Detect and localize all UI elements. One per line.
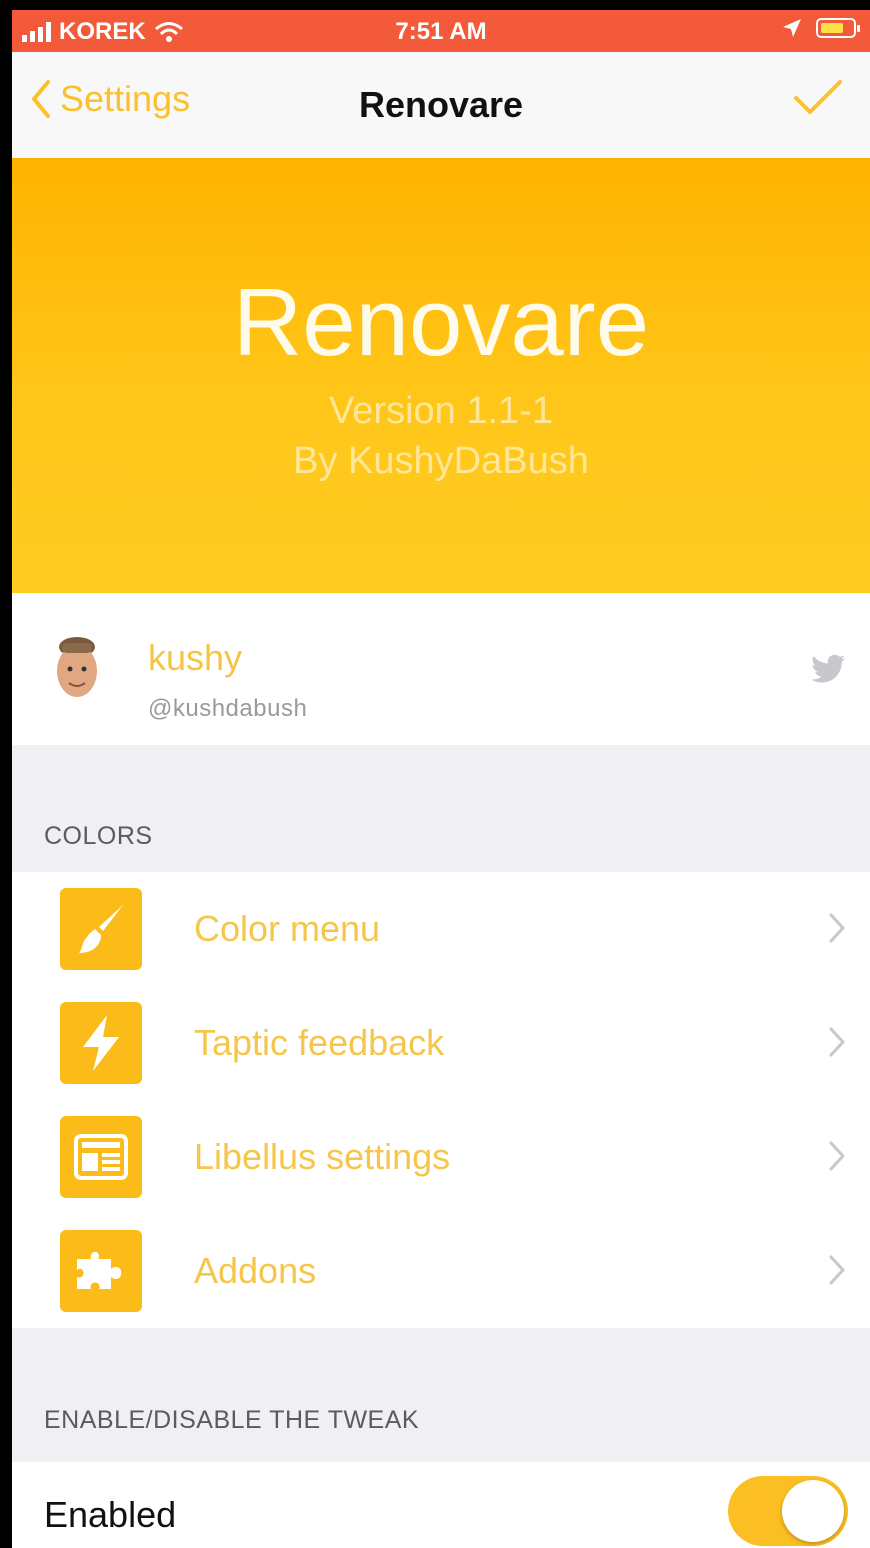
newspaper-icon xyxy=(60,1116,142,1198)
banner-author: By KushyDaBush xyxy=(293,440,589,482)
checkmark-icon xyxy=(794,80,842,114)
status-bar: KOREK 7:51 AM xyxy=(12,10,870,52)
taptic-feedback-label: Taptic feedback xyxy=(194,1022,445,1063)
libellus-settings-label: Libellus settings xyxy=(194,1136,451,1177)
location-arrow-icon xyxy=(783,19,801,37)
chevron-right-icon xyxy=(829,1255,845,1285)
page-title: Renovare xyxy=(358,84,524,125)
done-button[interactable] xyxy=(792,78,844,123)
libellus-settings-cell[interactable]: Libellus settings xyxy=(12,1100,870,1214)
developer-profile-cell[interactable]: kushy @kushdabush xyxy=(12,593,870,745)
color-menu-cell[interactable]: Color menu xyxy=(12,872,870,986)
colors-section-header: COLORS xyxy=(44,822,153,850)
avatar xyxy=(57,637,97,697)
taptic-feedback-cell[interactable]: Taptic feedback xyxy=(12,986,870,1100)
profile-name: kushy xyxy=(148,637,243,678)
banner-version: Version 1.1-1 xyxy=(329,390,553,432)
chevron-right-icon xyxy=(829,1027,845,1057)
settings-screen: KOREK 7:51 AM Settings Renovare Renovare… xyxy=(12,10,870,1548)
addons-cell[interactable]: Addons xyxy=(12,1214,870,1328)
lightning-icon xyxy=(60,1002,142,1084)
color-menu-label: Color menu xyxy=(194,908,381,949)
enabled-label: Enabled xyxy=(44,1494,177,1535)
chevron-right-icon xyxy=(829,913,845,943)
status-time: 7:51 AM xyxy=(395,18,487,45)
enabled-cell: Enabled xyxy=(12,1462,870,1548)
paintbrush-icon xyxy=(60,888,142,970)
profile-handle: @kushdabush xyxy=(148,695,308,722)
puzzle-icon xyxy=(60,1230,142,1312)
chevron-right-icon xyxy=(829,1141,845,1171)
navigation-bar: Settings Renovare xyxy=(12,52,870,159)
status-right xyxy=(782,18,860,38)
colors-group: Color menu Taptic feedback Libellus sett… xyxy=(12,872,870,1328)
battery-icon xyxy=(816,18,860,38)
toggle-knob xyxy=(782,1480,844,1542)
tweak-section-header: ENABLE/DISABLE THE TWEAK xyxy=(44,1406,420,1434)
header-banner: Renovare Version 1.1-1 By KushyDaBush xyxy=(12,158,870,593)
twitter-icon[interactable] xyxy=(812,655,846,683)
enabled-toggle[interactable] xyxy=(728,1476,848,1546)
addons-label: Addons xyxy=(194,1250,317,1291)
banner-title: Renovare xyxy=(232,269,650,376)
